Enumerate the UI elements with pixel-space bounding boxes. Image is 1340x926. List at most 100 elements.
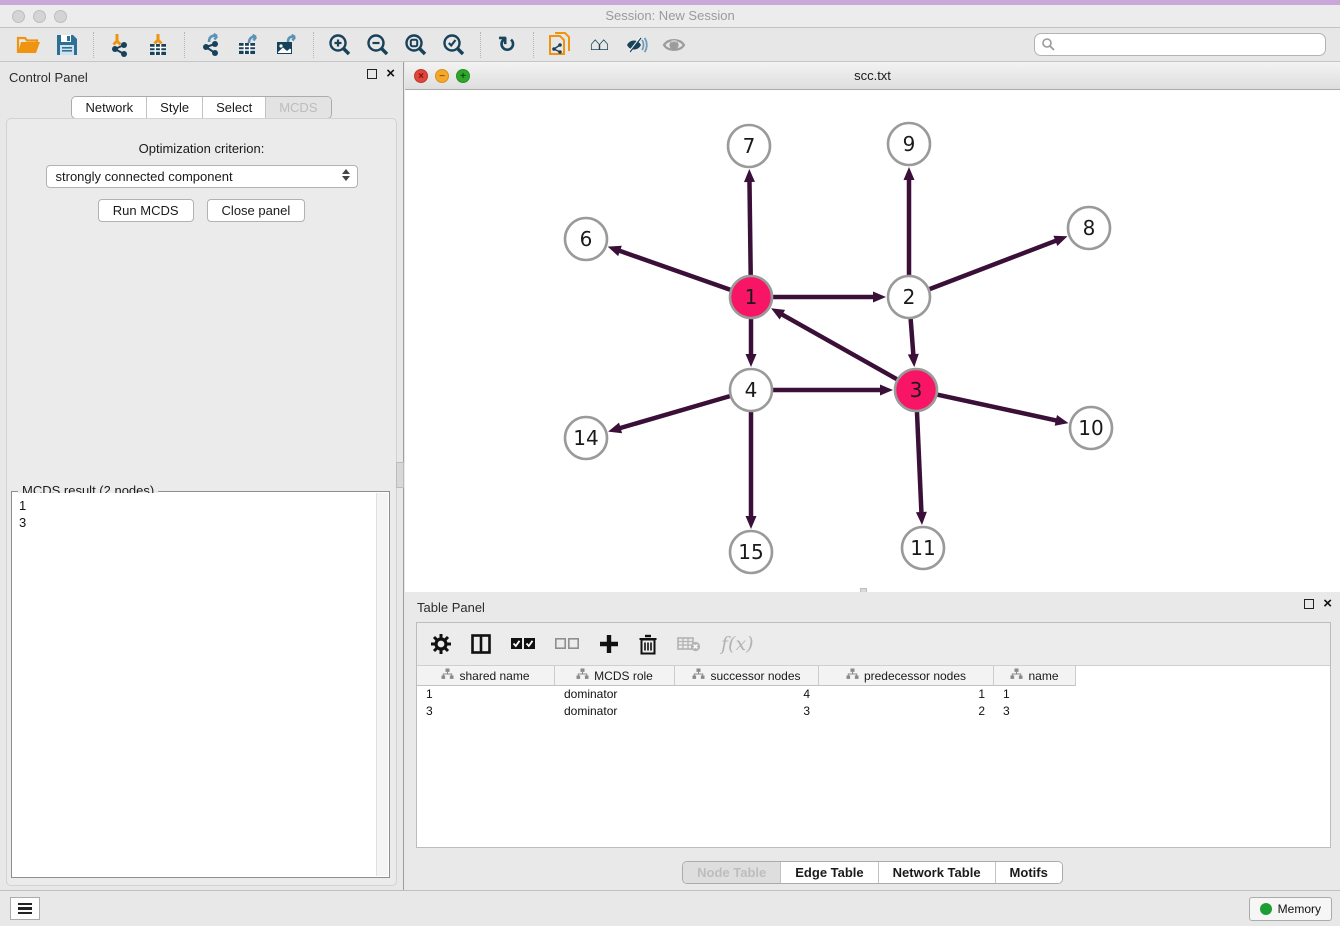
graph-edge-2-3[interactable] — [911, 319, 914, 356]
column-header-label: MCDS role — [594, 669, 653, 683]
graph-edge-1-7[interactable] — [749, 180, 750, 275]
toolbar-search — [1034, 33, 1326, 56]
window-titlebar: Session: New Session — [0, 5, 1340, 28]
table-cell[interactable]: 4 — [675, 686, 819, 703]
select-all-icon[interactable] — [511, 637, 535, 651]
node-label: 3 — [910, 378, 923, 402]
close-panel-icon[interactable]: × — [386, 69, 395, 79]
node-label: 6 — [580, 227, 593, 251]
zoom-out-icon[interactable] — [363, 31, 393, 59]
network-window-titlebar[interactable]: × − + scc.txt — [405, 62, 1340, 90]
window-title: Session: New Session — [0, 8, 1340, 23]
attribute-type-icon — [846, 668, 859, 683]
edge-arrowhead — [873, 292, 886, 303]
graph-edge-4-14[interactable] — [619, 396, 730, 428]
edge-arrowhead — [746, 516, 757, 529]
float-panel-icon[interactable] — [367, 69, 377, 79]
node-label: 2 — [903, 285, 916, 309]
table-row[interactable]: 1dominator411 — [417, 686, 1330, 703]
optimization-criterion-label: Optimization criterion: — [7, 141, 396, 156]
close-table-panel-icon[interactable]: × — [1323, 599, 1332, 609]
graph-edge-3-1[interactable] — [781, 314, 897, 380]
gear-icon[interactable] — [431, 634, 451, 654]
edge-arrowhead — [608, 246, 622, 256]
export-table-icon[interactable] — [234, 31, 264, 59]
deselect-all-icon[interactable] — [555, 637, 579, 651]
task-history-button[interactable] — [10, 897, 40, 920]
edge-arrowhead — [746, 354, 757, 367]
column-header-name[interactable]: name — [994, 666, 1076, 686]
zoom-selected-icon[interactable] — [439, 31, 469, 59]
table-cell[interactable]: dominator — [555, 703, 675, 720]
run-mcds-button[interactable]: Run MCDS — [98, 199, 194, 222]
column-header-MCDS-role[interactable]: MCDS role — [555, 666, 675, 686]
delete-icon[interactable] — [639, 634, 657, 655]
edge-arrowhead — [916, 512, 927, 525]
mcds-result-text[interactable]: 13 — [13, 493, 376, 876]
tab-select[interactable]: Select — [203, 97, 266, 118]
result-scrollbar[interactable] — [376, 493, 388, 876]
save-session-icon[interactable] — [52, 31, 82, 59]
table-row[interactable]: 3dominator323 — [417, 703, 1330, 720]
tab-style[interactable]: Style — [147, 97, 203, 118]
export-image-icon[interactable] — [272, 31, 302, 59]
graph-edge-2-8[interactable] — [930, 240, 1058, 289]
tab-network-table[interactable]: Network Table — [879, 862, 996, 883]
export-network-icon[interactable] — [196, 31, 226, 59]
graph-edge-3-11[interactable] — [917, 412, 922, 514]
table-cell[interactable]: 1 — [417, 686, 555, 703]
graph-edge-1-6[interactable] — [618, 250, 730, 289]
hide-details-icon[interactable] — [621, 31, 651, 59]
close-panel-button[interactable]: Close panel — [207, 199, 306, 222]
edge-arrowhead — [608, 423, 622, 434]
zoom-in-icon[interactable] — [325, 31, 355, 59]
memory-button[interactable]: Memory — [1249, 897, 1332, 921]
mcds-tab-content: Optimization criterion: strongly connect… — [6, 118, 397, 886]
panel-splitter-handle[interactable] — [396, 462, 404, 488]
application-window: Session: New Session — [0, 0, 1340, 926]
table-cell[interactable]: 1 — [819, 686, 994, 703]
import-network-icon[interactable] — [105, 31, 135, 59]
tab-edge-table[interactable]: Edge Table — [781, 862, 878, 883]
column-header-successor-nodes[interactable]: successor nodes — [675, 666, 819, 686]
node-label: 8 — [1083, 216, 1096, 240]
graph-edge-3-10[interactable] — [937, 395, 1057, 421]
show-details-icon[interactable] — [659, 31, 689, 59]
delete-table-icon[interactable] — [677, 636, 701, 652]
result-line: 1 — [19, 497, 370, 514]
optimization-criterion-dropdown[interactable]: strongly connected component — [46, 165, 358, 188]
tab-node-table[interactable]: Node Table — [683, 862, 781, 883]
table-cell[interactable]: 3 — [994, 703, 1076, 720]
table-cell[interactable]: dominator — [555, 686, 675, 703]
table-cell[interactable]: 1 — [994, 686, 1076, 703]
add-icon[interactable] — [599, 634, 619, 654]
table-cell[interactable]: 3 — [417, 703, 555, 720]
first-neighbors-icon[interactable]: ⌂⌂ — [583, 31, 613, 59]
edge-arrowhead — [1053, 236, 1067, 246]
search-input[interactable] — [1034, 33, 1326, 56]
node-label: 4 — [745, 378, 758, 402]
columns-icon[interactable] — [471, 634, 491, 654]
open-session-icon[interactable] — [14, 31, 44, 59]
main-toolbar: ↻ ⌂⌂ — [0, 28, 1340, 62]
table-cell[interactable]: 3 — [675, 703, 819, 720]
tab-network[interactable]: Network — [72, 97, 147, 118]
column-header-predecessor-nodes[interactable]: predecessor nodes — [819, 666, 994, 686]
control-panel-title: Control Panel — [9, 70, 88, 85]
tab-mcds[interactable]: MCDS — [266, 97, 330, 118]
node-label: 1 — [745, 285, 758, 309]
refresh-icon[interactable]: ↻ — [492, 31, 522, 59]
node-label: 14 — [573, 426, 598, 450]
network-from-selection-icon[interactable] — [545, 31, 575, 59]
function-builder-icon[interactable]: f(x) — [721, 633, 754, 655]
tab-motifs[interactable]: Motifs — [996, 862, 1062, 883]
column-header-shared-name[interactable]: shared name — [417, 666, 555, 686]
zoom-fit-icon[interactable] — [401, 31, 431, 59]
network-canvas[interactable]: 7968124314101511 — [405, 90, 1340, 592]
status-bar: Memory — [0, 890, 1340, 926]
table-cell[interactable]: 2 — [819, 703, 994, 720]
control-panel-tabs: NetworkStyleSelectMCDS — [0, 96, 403, 119]
float-table-panel-icon[interactable] — [1304, 599, 1314, 609]
import-table-icon[interactable] — [143, 31, 173, 59]
edge-arrowhead — [908, 354, 919, 367]
